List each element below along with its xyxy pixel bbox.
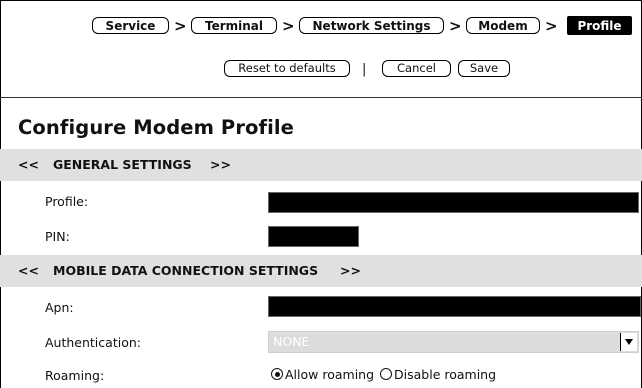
allow-roaming-radio[interactable] <box>271 368 283 380</box>
action-divider: | <box>362 62 367 77</box>
authentication-value: NONE <box>273 334 310 349</box>
reset-to-defaults-button[interactable]: Reset to defaults <box>224 60 350 77</box>
page-title: Configure Modem Profile <box>18 116 295 139</box>
roaming-label: Roaming: <box>45 368 105 383</box>
section-prev-link[interactable]: << <box>18 149 39 181</box>
disable-roaming-radio[interactable] <box>380 368 393 380</box>
action-bar: Reset to defaults | Cancel Save <box>0 60 642 82</box>
roaming-radio-group: Allow roaming Disable roaming <box>271 366 496 384</box>
chevron-down-icon[interactable] <box>620 333 637 351</box>
authentication-label: Authentication: <box>45 335 141 350</box>
section-next-link[interactable]: >> <box>340 255 361 287</box>
section-next-link[interactable]: >> <box>210 149 231 181</box>
allow-roaming-label[interactable]: Allow roaming <box>285 367 374 382</box>
pin-input[interactable] <box>268 226 359 247</box>
pin-label: PIN: <box>45 229 70 244</box>
authentication-select[interactable]: NONE <box>268 331 639 353</box>
section-heading: GENERAL SETTINGS <box>53 157 192 172</box>
header-divider <box>0 97 642 98</box>
breadcrumb-separator: > <box>545 17 558 35</box>
cancel-button[interactable]: Cancel <box>382 60 451 77</box>
apn-input[interactable] <box>268 296 641 317</box>
save-button[interactable]: Save <box>458 60 510 77</box>
breadcrumb-service[interactable]: Service <box>92 17 169 34</box>
breadcrumb-network-settings[interactable]: Network Settings <box>299 17 444 34</box>
breadcrumb: Service > Terminal > Network Settings > … <box>0 16 642 41</box>
section-prev-link[interactable]: << <box>18 255 39 287</box>
breadcrumb-separator: > <box>282 17 295 35</box>
breadcrumb-terminal[interactable]: Terminal <box>191 17 277 34</box>
general-settings-header: << GENERAL SETTINGS >> <box>0 149 642 181</box>
apn-label: Apn: <box>45 300 74 315</box>
profile-input[interactable] <box>268 192 639 213</box>
profile-label: Profile: <box>45 194 89 209</box>
breadcrumb-modem[interactable]: Modem <box>466 17 540 34</box>
section-heading: MOBILE DATA CONNECTION SETTINGS <box>53 263 319 278</box>
breadcrumb-separator: > <box>449 17 462 35</box>
mobile-data-settings-header: << MOBILE DATA CONNECTION SETTINGS >> <box>0 255 642 287</box>
breadcrumb-profile-current: Profile <box>567 16 632 35</box>
breadcrumb-separator: > <box>174 17 187 35</box>
disable-roaming-label[interactable]: Disable roaming <box>394 367 496 382</box>
